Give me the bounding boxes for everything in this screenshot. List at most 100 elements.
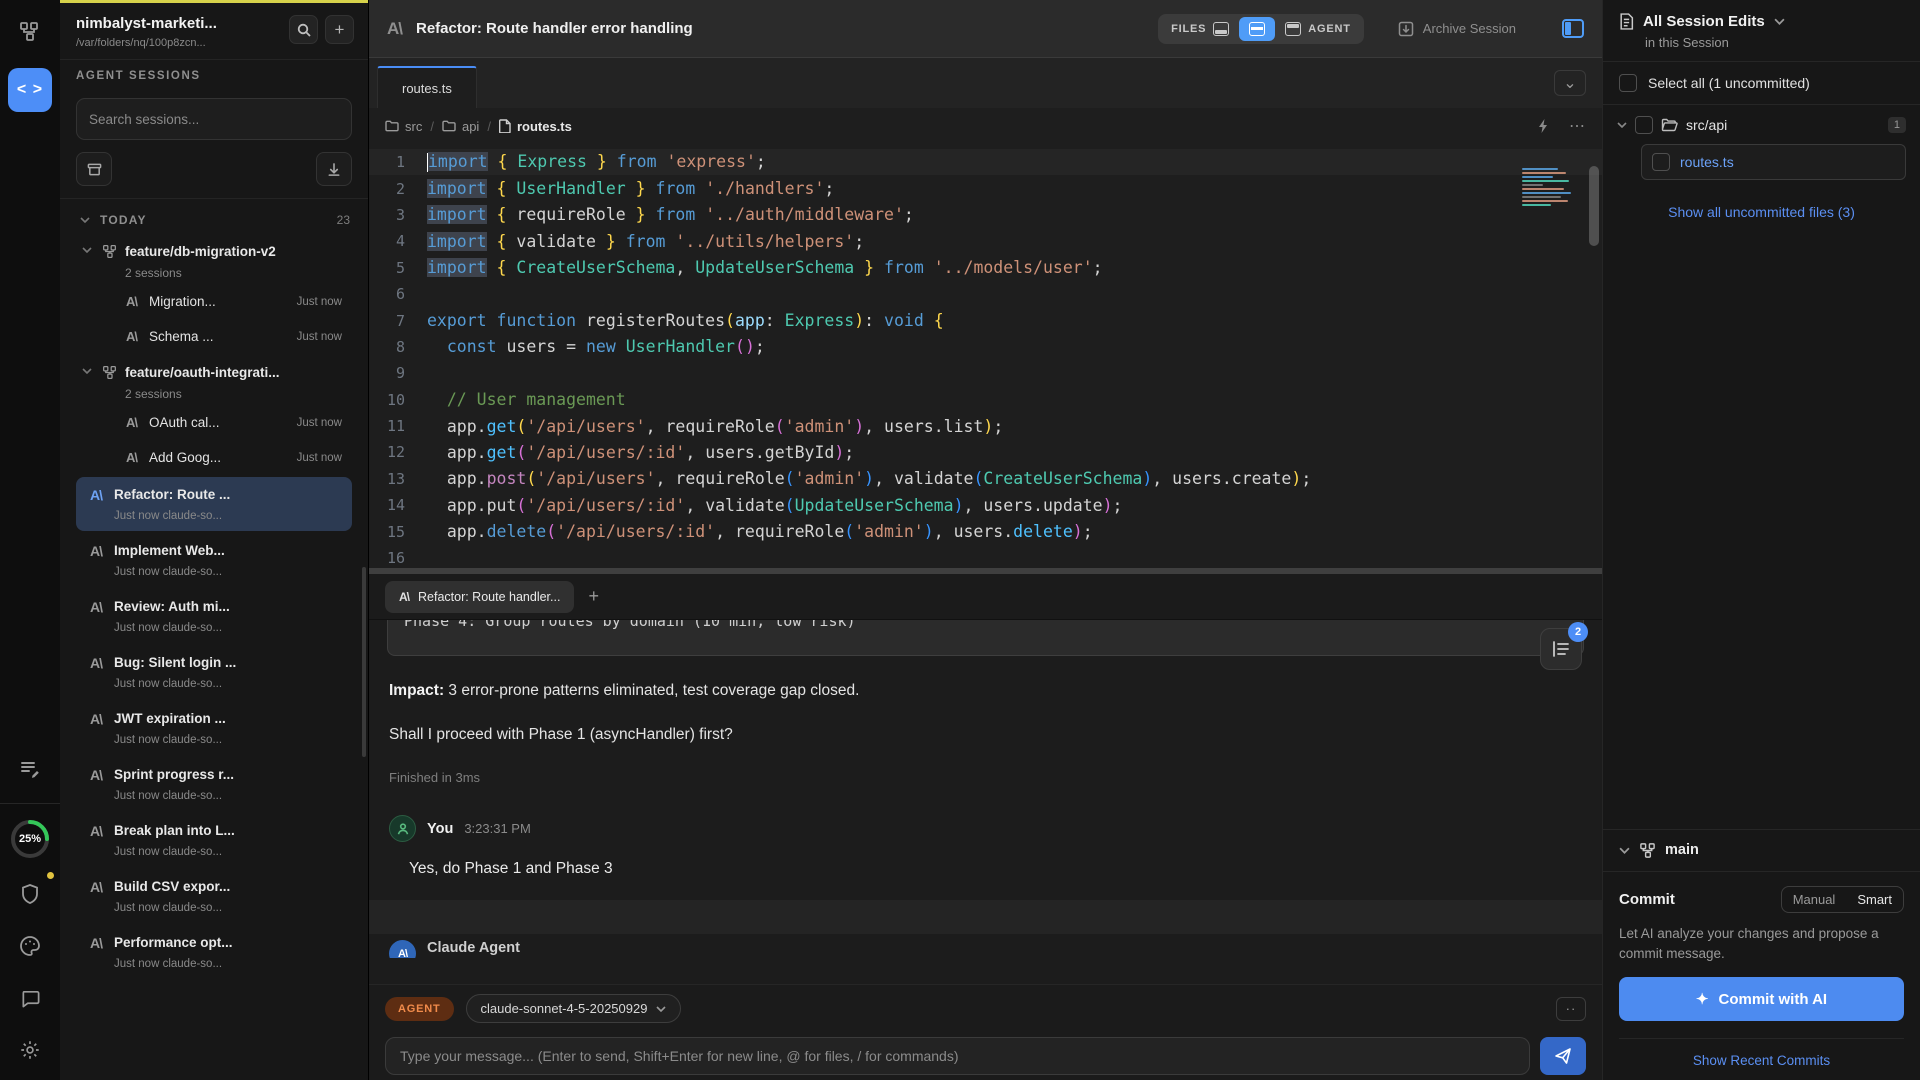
lightning-icon[interactable] xyxy=(1537,118,1549,134)
commit-mode-manual[interactable]: Manual xyxy=(1782,887,1847,912)
branch-row[interactable]: main xyxy=(1603,829,1920,871)
editor-scrollbar[interactable] xyxy=(1589,166,1599,246)
workflow-icon[interactable] xyxy=(10,12,50,52)
more-actions-icon[interactable]: ⋯ xyxy=(1569,116,1586,136)
session-item[interactable]: A\Bug: Silent login ...Just now claude-s… xyxy=(76,645,352,699)
code-text: app.get('/api/users', requireRole('admin… xyxy=(427,417,1003,436)
feedback-chat-icon[interactable] xyxy=(10,978,50,1018)
session-item[interactable]: A\Review: Auth mi...Just now claude-so..… xyxy=(76,589,352,643)
chat-tab-refactor[interactable]: A\ Refactor: Route handler... xyxy=(385,581,574,613)
file-checkbox[interactable] xyxy=(1652,153,1670,171)
claude-logo-icon: A\ xyxy=(90,487,102,522)
show-recent-commits-link[interactable]: Show Recent Commits xyxy=(1619,1039,1904,1080)
breadcrumb-src[interactable]: src xyxy=(385,119,422,134)
folder-checkbox[interactable] xyxy=(1635,116,1653,134)
code-text: app.get('/api/users/:id', users.getById)… xyxy=(427,443,854,462)
sidebar-scrollbar[interactable] xyxy=(362,567,366,757)
line-number: 12 xyxy=(369,443,427,461)
settings-gear-icon[interactable] xyxy=(10,1030,50,1070)
project-path: /var/folders/nq/100p8zcn... xyxy=(76,37,282,49)
code-line[interactable]: 3import { requireRole } from '../auth/mi… xyxy=(369,202,1602,228)
commit-mode-smart[interactable]: Smart xyxy=(1846,887,1903,912)
search-button[interactable] xyxy=(289,15,318,44)
message-input[interactable] xyxy=(385,1037,1530,1075)
code-line[interactable]: 8 const users = new UserHandler(); xyxy=(369,334,1602,360)
model-selector[interactable]: claude-sonnet-4-5-20250929 xyxy=(466,994,682,1023)
changed-file-row[interactable]: routes.ts xyxy=(1641,144,1906,180)
search-icon xyxy=(297,23,311,37)
select-all-checkbox[interactable] xyxy=(1619,74,1637,92)
code-line[interactable]: 1import { Express } from 'express'; xyxy=(369,149,1602,175)
outline-toggle-button[interactable]: 2 xyxy=(1540,628,1582,670)
archive-session-button[interactable]: Archive Session xyxy=(1398,21,1516,37)
code-editor[interactable]: 1import { Express } from 'express';2impo… xyxy=(369,144,1602,574)
session-meta: Just now claude-so... xyxy=(114,734,226,746)
session-meta: Just now claude-so... xyxy=(114,790,234,802)
show-all-files-link[interactable]: Show all uncommitted files (3) xyxy=(1603,204,1920,220)
code-line[interactable]: 6 xyxy=(369,281,1602,307)
branch-group-row[interactable]: feature/db-migration-v22 sessions xyxy=(60,233,368,284)
session-item[interactable]: A\Implement Web...Just now claude-so... xyxy=(76,533,352,587)
branch-icon xyxy=(102,365,117,401)
changed-folder-row[interactable]: src/api 1 xyxy=(1603,105,1920,140)
session-title: Performance opt... xyxy=(114,935,233,950)
session-item[interactable]: A\JWT expiration ...Just now claude-so..… xyxy=(76,701,352,755)
code-line[interactable]: 2import { UserHandler } from './handlers… xyxy=(369,175,1602,201)
minimap[interactable] xyxy=(1522,168,1574,216)
tab-list-dropdown[interactable]: ⌄ xyxy=(1554,70,1586,96)
breadcrumb-file[interactable]: routes.ts xyxy=(499,119,572,134)
code-line[interactable]: 12 app.get('/api/users/:id', users.getBy… xyxy=(369,439,1602,465)
right-panel-toggle-icon[interactable] xyxy=(1562,19,1584,38)
layout-files-segment[interactable]: FILES xyxy=(1161,17,1239,41)
code-line[interactable]: 9 xyxy=(369,360,1602,386)
code-line[interactable]: 16 xyxy=(369,545,1602,571)
more-options-button[interactable]: ·· xyxy=(1556,997,1586,1021)
editor-tab-routes[interactable]: routes.ts xyxy=(377,66,477,108)
session-item[interactable]: A\OAuth cal...Just now xyxy=(60,405,368,440)
usage-progress-ring[interactable]: 25% xyxy=(9,818,51,860)
session-item[interactable]: A\Performance opt...Just now claude-so..… xyxy=(76,925,352,979)
session-item[interactable]: A\Add Goog...Just now xyxy=(60,440,368,475)
session-item[interactable]: A\Build CSV expor...Just now claude-so..… xyxy=(76,869,352,923)
folder-icon xyxy=(385,120,399,132)
session-search[interactable] xyxy=(76,98,352,140)
line-number: 15 xyxy=(369,523,427,541)
session-item[interactable]: A\Break plan into L...Just now claude-so… xyxy=(76,813,352,867)
new-session-button[interactable]: + xyxy=(325,15,354,44)
palette-icon[interactable] xyxy=(10,926,50,966)
commit-with-ai-button[interactable]: ✦ Commit with AI xyxy=(1619,977,1904,1021)
code-line[interactable]: 14 app.put('/api/users/:id', validate(Up… xyxy=(369,492,1602,518)
code-workspace-button[interactable]: < > xyxy=(8,68,52,112)
claude-logo-icon: A\ xyxy=(90,711,102,746)
session-item[interactable]: A\Migration...Just now xyxy=(60,284,368,319)
arrow-down-icon xyxy=(327,162,341,177)
code-line[interactable]: 10 // User management xyxy=(369,387,1602,413)
sort-download-button[interactable] xyxy=(316,152,352,186)
branch-group-row[interactable]: feature/oauth-integrati...2 sessions xyxy=(60,354,368,405)
code-line[interactable]: 4import { validate } from '../utils/help… xyxy=(369,228,1602,254)
code-line[interactable]: 5import { CreateUserSchema, UpdateUserSc… xyxy=(369,255,1602,281)
claude-logo-icon: A\ xyxy=(126,329,137,344)
archive-filter-button[interactable] xyxy=(76,152,112,186)
code-line[interactable]: 7export function registerRoutes(app: Exp… xyxy=(369,307,1602,333)
session-item-selected[interactable]: A\Refactor: Route ...Just now claude-so.… xyxy=(76,477,352,531)
session-group-today[interactable]: TODAY 23 xyxy=(60,205,368,233)
code-line[interactable]: 13 app.post('/api/users', requireRole('a… xyxy=(369,466,1602,492)
session-item[interactable]: A\Schema ...Just now xyxy=(60,319,368,354)
code-line[interactable]: 11 app.get('/api/users', requireRole('ad… xyxy=(369,413,1602,439)
breadcrumb-api[interactable]: api xyxy=(442,119,479,134)
agent-toolbar: AGENT claude-sonnet-4-5-20250929 ·· xyxy=(369,984,1602,1032)
session-search-input[interactable] xyxy=(89,112,339,127)
edits-scope-dropdown[interactable]: All Session Edits xyxy=(1619,13,1904,30)
layout-agent-segment[interactable]: AGENT xyxy=(1275,17,1361,41)
session-title: Refactor: Route handler error handling xyxy=(416,20,693,37)
session-item[interactable]: A\Sprint progress r...Just now claude-so… xyxy=(76,757,352,811)
code-line[interactable]: 15 app.delete('/api/users/:id', requireR… xyxy=(369,518,1602,544)
folder-path: src/api xyxy=(1686,117,1727,133)
new-chat-tab-button[interactable]: + xyxy=(588,586,599,607)
layout-split-segment[interactable] xyxy=(1239,17,1275,41)
shield-icon[interactable] xyxy=(10,874,50,914)
edit-list-icon[interactable] xyxy=(10,749,50,789)
branch-icon xyxy=(1639,842,1656,859)
send-button[interactable] xyxy=(1540,1037,1586,1075)
